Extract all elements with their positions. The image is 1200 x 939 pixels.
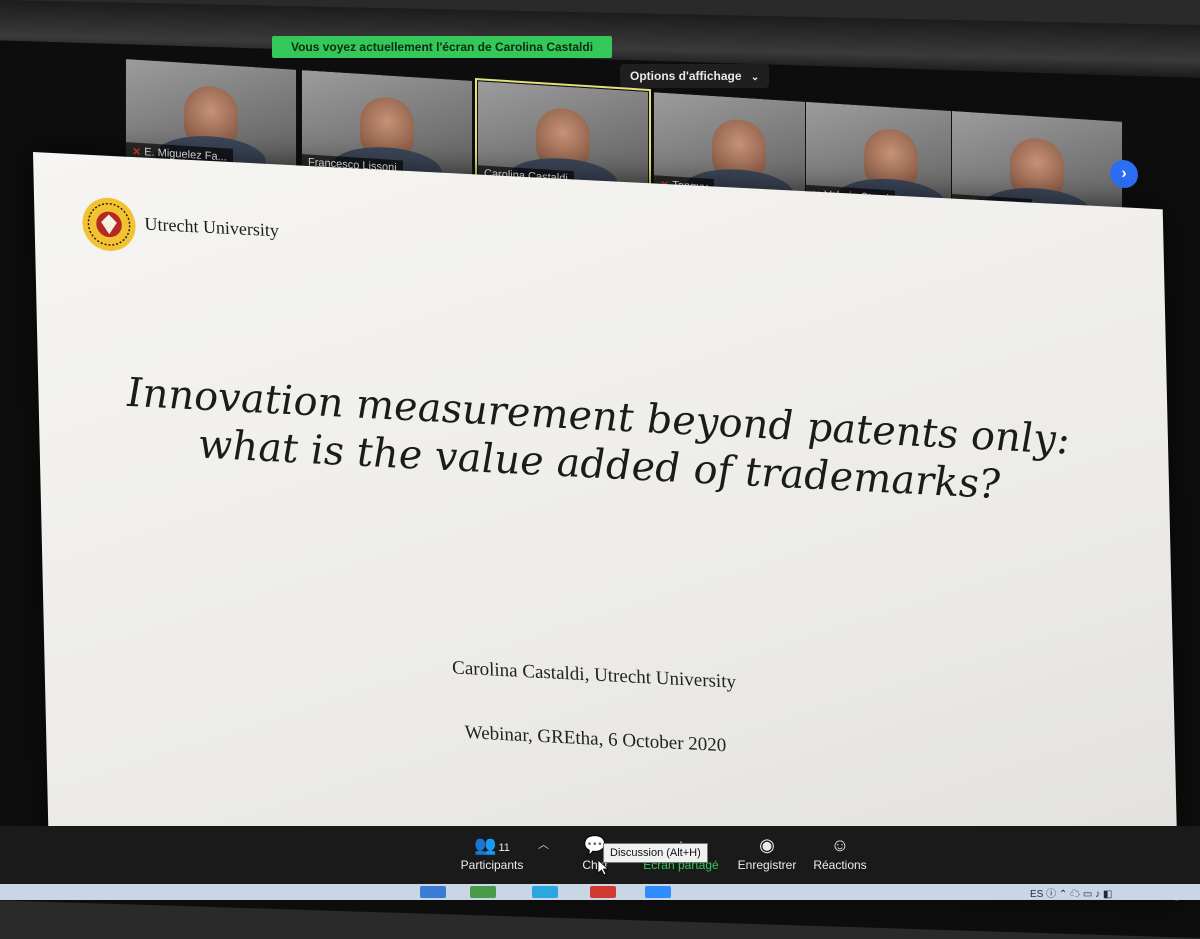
record-label: Enregistrer [737,858,797,872]
windows-taskbar: ES ⓘ ⌃ ☁ ▭ ♪ ◧ [0,884,1200,900]
taskbar-app-icon[interactable] [470,886,496,898]
taskbar-app-icon[interactable] [532,886,558,898]
taskbar-app-icon[interactable] [590,886,616,898]
slide-event: Webinar, GREtha, 6 October 2020 [464,722,727,757]
reactions-button[interactable]: ☺ Réactions [795,832,885,872]
screen-share-banner: Vous voyez actuellement l'écran de Carol… [272,36,612,58]
slide-author: Carolina Castaldi, Utrecht University [451,657,737,693]
reactions-icon: ☺ [830,835,850,855]
slide-title: Innovation measurement beyond patents on… [68,366,1130,516]
chat-tooltip: Discussion (Alt+H) [603,843,708,863]
participants-count: 11 [498,842,510,854]
view-options-label: Options d'affichage [630,69,742,83]
help-icon[interactable]: ⓘ ⌃ ☁ ▭ ♪ ◧ [1046,889,1112,900]
chevron-up-icon[interactable]: ︿ [538,836,549,852]
meeting-toolbar: 👥11 Participants ︿ 💬 Chat ▲ Écran partag… [0,826,1200,888]
taskbar-app-icon[interactable] [420,886,446,898]
language-indicator[interactable]: ES [1030,889,1043,900]
participants-icon: 👥 11 [474,835,510,855]
participants-button[interactable]: 👥 11 Participants [447,832,537,872]
chevron-down-icon: ⌄ [750,72,760,83]
chevron-right-icon: › [1121,164,1127,183]
participant-tile[interactable]: ⨯ E. Miguelez Fa... [125,58,297,171]
taskbar-zoom-icon[interactable] [645,886,671,898]
reactions-label: Réactions [813,858,867,872]
view-options-button[interactable]: Options d'affichage ⌄ [620,64,770,88]
shared-slide: Utrecht University Innovation measuremen… [33,152,1179,901]
mouse-cursor-icon [598,860,610,876]
participants-label: Participants [460,858,524,872]
system-tray: ES ⓘ ⌃ ☁ ▭ ♪ ◧ [1030,885,1112,900]
participant-tile[interactable]: Francesco Lissoni [301,69,473,182]
university-seal-logo [82,197,136,251]
university-name: Utrecht University [144,213,280,241]
